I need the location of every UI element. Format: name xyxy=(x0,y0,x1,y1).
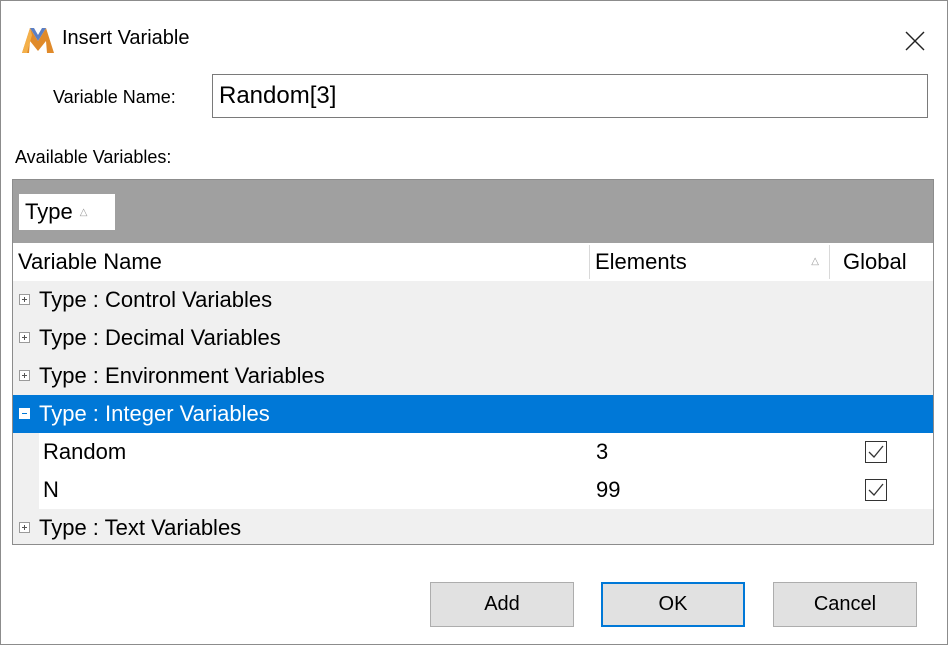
sort-ascending-icon: △ xyxy=(79,206,88,218)
group-by-panel: Type △ xyxy=(13,180,933,243)
close-icon[interactable] xyxy=(893,15,937,65)
group-row-label: Type : Decimal Variables xyxy=(39,325,281,350)
group-row-label: Type : Control Variables xyxy=(39,287,273,312)
group-row-control-variables[interactable]: Type : Control Variables xyxy=(13,281,933,319)
available-variables-label: Available Variables: xyxy=(15,147,172,167)
ok-button[interactable]: OK xyxy=(601,582,745,627)
app-logo-icon xyxy=(22,28,54,53)
group-row-label: Type : Text Variables xyxy=(39,515,242,540)
expand-icon[interactable] xyxy=(19,370,30,381)
variable-name-input[interactable] xyxy=(212,74,928,118)
checkmark-icon xyxy=(868,483,884,496)
table-row[interactable]: Random 3 xyxy=(13,433,933,471)
elements-cell: 99 xyxy=(596,477,621,502)
window-title: Insert Variable xyxy=(62,27,190,49)
column-header-variable-name[interactable]: Variable Name xyxy=(18,243,162,281)
column-header-row: Variable Name Elements △ Global xyxy=(13,243,933,281)
row-indent xyxy=(13,433,39,471)
collapse-icon[interactable] xyxy=(19,408,30,419)
variable-name-label: Variable Name: xyxy=(53,87,176,107)
column-header-elements-label: Elements xyxy=(595,249,687,274)
global-checkbox[interactable] xyxy=(865,479,887,501)
group-row-text-variables[interactable]: Type : Text Variables xyxy=(13,509,933,544)
cancel-button[interactable]: Cancel xyxy=(773,582,917,627)
table-row[interactable]: N 99 xyxy=(13,471,933,509)
group-chip-label: Type xyxy=(25,199,73,224)
expand-icon[interactable] xyxy=(19,522,30,533)
checkmark-icon xyxy=(868,445,884,458)
global-checkbox[interactable] xyxy=(865,441,887,463)
column-divider[interactable] xyxy=(829,245,830,279)
group-row-label: Type : Integer Variables xyxy=(39,401,270,426)
group-row-label: Type : Environment Variables xyxy=(39,363,325,388)
title-bar: Insert Variable xyxy=(1,1,947,79)
row-body xyxy=(39,433,933,471)
column-divider[interactable] xyxy=(589,245,590,279)
expand-icon[interactable] xyxy=(19,332,30,343)
group-row-integer-variables[interactable]: Type : Integer Variables xyxy=(13,395,933,433)
expand-icon[interactable] xyxy=(19,294,30,305)
elements-cell: 3 xyxy=(596,439,609,464)
column-header-elements[interactable]: Elements △ xyxy=(595,243,827,281)
variables-grid: Type △ Variable Name Elements △ Global T… xyxy=(12,179,934,545)
add-button[interactable]: Add xyxy=(430,582,574,627)
variable-name-cell: Random xyxy=(43,439,127,464)
group-by-type-chip[interactable]: Type △ xyxy=(19,194,115,230)
close-button[interactable] xyxy=(893,15,937,65)
row-indent xyxy=(13,471,39,509)
insert-variable-dialog: Insert Variable Variable Name: Available… xyxy=(0,0,948,645)
sort-ascending-icon: △ xyxy=(811,256,819,267)
group-row-decimal-variables[interactable]: Type : Decimal Variables xyxy=(13,319,933,357)
group-row-environment-variables[interactable]: Type : Environment Variables xyxy=(13,357,933,395)
row-body xyxy=(39,471,933,509)
variable-name-cell: N xyxy=(43,477,59,502)
column-header-global[interactable]: Global xyxy=(843,243,907,281)
